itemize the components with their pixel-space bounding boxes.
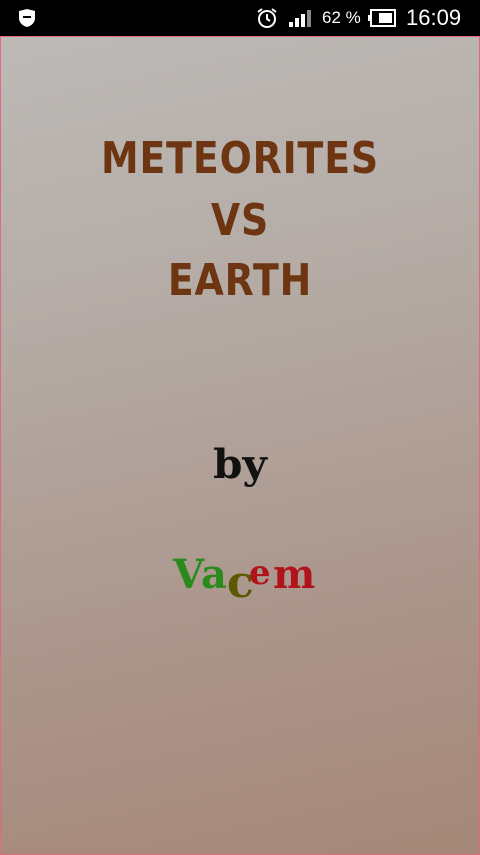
author-letter-a: a <box>201 551 227 598</box>
status-bar: 62 % 16:09 <box>0 0 480 36</box>
author-letter-e: e <box>249 553 271 593</box>
by-label: by <box>213 441 267 488</box>
shield-icon <box>19 9 35 27</box>
title-line-3: EARTH <box>167 255 313 306</box>
title-line-2: VS <box>210 195 270 246</box>
author-letter-m: m <box>273 551 316 598</box>
battery-icon <box>368 9 396 27</box>
battery-percent: 62 % <box>322 8 361 27</box>
status-clock: 16:09 <box>406 5 462 30</box>
signal-icon <box>289 10 311 27</box>
title-line-1: METEORITES <box>100 133 380 184</box>
alarm-clock-icon <box>257 8 277 28</box>
splash-screen: METEORITES VS EARTH by V a c e m <box>0 36 480 855</box>
author-letter-v: V <box>173 551 205 598</box>
